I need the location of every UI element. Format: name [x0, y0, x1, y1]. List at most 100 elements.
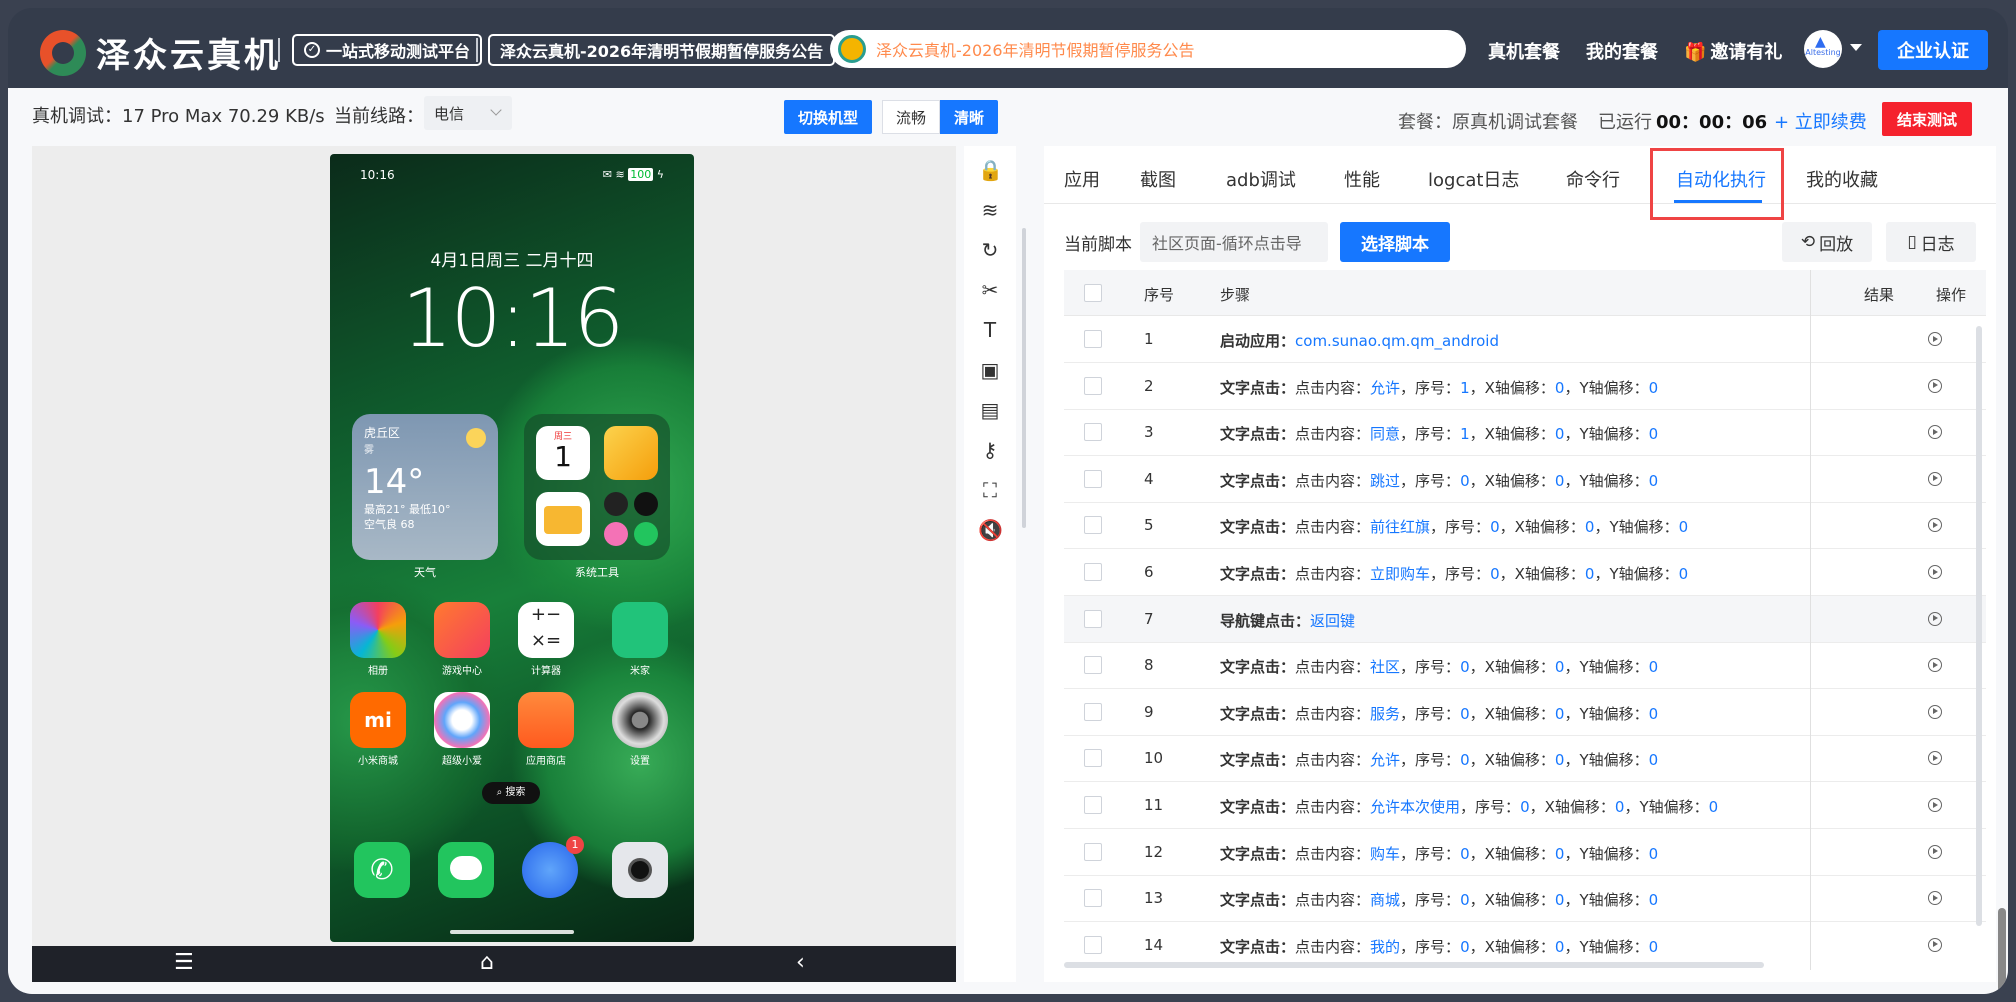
play-icon[interactable]: [1928, 704, 1942, 719]
page-scrollbar[interactable]: [1998, 908, 2006, 994]
script-input[interactable]: 社区页面-循环点击导: [1140, 222, 1328, 262]
table-row[interactable]: 9 文字点击：点击内容：服务，序号：0，X轴偏移：0，Y轴偏移：0: [1064, 689, 1986, 736]
tools-folder[interactable]: 周三 1: [524, 414, 670, 560]
table-row[interactable]: 7 导航键点击：返回键: [1064, 595, 1986, 643]
row-checkbox[interactable]: [1084, 330, 1102, 348]
row-checkbox[interactable]: [1084, 842, 1102, 861]
wifi-icon[interactable]: ≋: [978, 198, 1002, 222]
tab-logcat[interactable]: logcat日志: [1428, 166, 1519, 192]
weather-widget[interactable]: 虎丘区 雾 14° 最高21° 最低10° 空气良 68: [352, 414, 498, 560]
user-avatar[interactable]: Altesting: [1804, 30, 1842, 68]
row-checkbox[interactable]: [1084, 935, 1102, 954]
chevron-down-icon[interactable]: [1850, 44, 1862, 51]
table-row[interactable]: 6 文字点击：点击内容：立即购车，序号：0，X轴偏移：0，Y轴偏移：0: [1064, 549, 1986, 596]
play-icon[interactable]: [1928, 611, 1942, 626]
row-checkbox[interactable]: [1084, 376, 1102, 395]
play-icon[interactable]: [1928, 471, 1942, 486]
table-row[interactable]: 2 文字点击：点击内容：允许，序号：1，X轴偏移：0，Y轴偏移：0: [1064, 363, 1986, 410]
app-store-app-icon[interactable]: [518, 692, 574, 748]
play-icon[interactable]: [1928, 425, 1942, 440]
lock-icon[interactable]: 🔒: [978, 158, 1003, 182]
row-checkbox[interactable]: [1084, 749, 1102, 768]
row-checkbox[interactable]: [1084, 609, 1102, 628]
xiaoai-app-icon[interactable]: [434, 692, 490, 748]
play-icon[interactable]: [1928, 798, 1942, 812]
device-screen[interactable]: 10:16 ✉ ≋ 100 ϟ 4月1日周三 二月十四 10:16 虎丘区 雾 …: [330, 154, 694, 942]
mute-icon[interactable]: 🔇: [978, 518, 1003, 542]
tab-screenshot[interactable]: 截图: [1140, 166, 1176, 192]
select-all-checkbox[interactable]: [1084, 284, 1102, 302]
table-scrollbar[interactable]: [1976, 326, 1982, 926]
text-input-icon[interactable]: T: [978, 318, 1002, 342]
replay-button[interactable]: ⟲ 回放: [1782, 222, 1872, 262]
row-checkbox[interactable]: [1084, 516, 1102, 535]
play-icon[interactable]: [1928, 378, 1942, 393]
switch-device-button[interactable]: 切换机型: [784, 100, 872, 134]
tab-command-line[interactable]: 命令行: [1566, 166, 1620, 192]
renew-link[interactable]: + 立即续费: [1774, 108, 1867, 134]
play-icon[interactable]: [1928, 332, 1942, 346]
image-upload-icon[interactable]: ▣: [978, 358, 1002, 382]
row-checkbox[interactable]: [1084, 889, 1102, 908]
play-icon[interactable]: [1928, 891, 1942, 906]
table-row[interactable]: 13 文字点击：点击内容：商城，序号：0，X轴偏移：0，Y轴偏移：0: [1064, 875, 1986, 923]
calculator-app-icon[interactable]: +− ×=: [518, 602, 574, 658]
row-checkbox[interactable]: [1084, 702, 1102, 721]
table-row[interactable]: 8 文字点击：点击内容：社区，序号：0，X轴偏移：0，Y轴偏移：0: [1064, 642, 1986, 690]
row-checkbox[interactable]: [1084, 563, 1102, 581]
table-hscrollbar[interactable]: [1064, 962, 1764, 968]
home-icon[interactable]: ⌂: [480, 950, 494, 975]
nav-invite[interactable]: 🎁 邀请有礼: [1684, 38, 1782, 64]
row-checkbox[interactable]: [1084, 796, 1102, 814]
messages-app-icon[interactable]: [438, 842, 494, 898]
notice-bar[interactable]: 泽众云真机-2026年清明节假期暂停服务公告: [830, 30, 1466, 68]
camera-app-icon[interactable]: [612, 842, 668, 898]
row-checkbox[interactable]: [1084, 423, 1102, 442]
enterprise-auth-button[interactable]: 企业认证: [1878, 30, 1988, 70]
play-icon[interactable]: [1928, 565, 1942, 579]
tab-performance[interactable]: 性能: [1344, 166, 1380, 192]
play-icon[interactable]: [1928, 751, 1942, 766]
quality-smooth-button[interactable]: 流畅: [882, 100, 940, 134]
search-pill[interactable]: ⌕ 搜索: [482, 782, 540, 804]
row-checkbox[interactable]: [1084, 656, 1102, 675]
key-icon[interactable]: ⚷: [978, 438, 1002, 462]
log-button[interactable]: ▯ 日志: [1886, 222, 1976, 262]
line-select[interactable]: 电信: [424, 96, 512, 130]
play-icon[interactable]: [1928, 518, 1942, 533]
table-row[interactable]: 3 文字点击：点击内容：同意，序号：1，X轴偏移：0，Y轴偏移：0: [1064, 409, 1986, 457]
play-icon[interactable]: [1928, 658, 1942, 673]
fullscreen-icon[interactable]: ⛶: [978, 478, 1002, 502]
menu-icon[interactable]: ☰: [174, 950, 194, 975]
mi-home-app-icon[interactable]: [612, 602, 668, 658]
select-script-button[interactable]: 选择脚本: [1340, 222, 1450, 262]
game-center-app-icon[interactable]: [434, 602, 490, 658]
tab-apps[interactable]: 应用: [1064, 166, 1100, 192]
scrollbar[interactable]: [1022, 228, 1026, 528]
tab-favorites[interactable]: 我的收藏: [1806, 166, 1878, 192]
nav-device-plans[interactable]: 真机套餐: [1488, 38, 1560, 64]
settings-app-icon[interactable]: [612, 692, 668, 748]
row-checkbox[interactable]: [1084, 469, 1102, 488]
play-icon[interactable]: [1928, 844, 1942, 859]
table-row[interactable]: 11 文字点击：点击内容：允许本次使用，序号：0，X轴偏移：0，Y轴偏移：0: [1064, 782, 1986, 829]
end-test-button[interactable]: 结束测试: [1882, 102, 1972, 136]
phone-app-icon[interactable]: ✆: [354, 842, 410, 898]
gallery-app-icon[interactable]: [350, 602, 406, 658]
scissors-icon[interactable]: ✂: [978, 278, 1002, 302]
back-icon[interactable]: ‹: [796, 950, 805, 975]
table-row[interactable]: 10 文字点击：点击内容：允许，序号：0，X轴偏移：0，Y轴偏移：0: [1064, 735, 1986, 783]
announcement-link[interactable]: 泽众云真机-2026年清明节假期暂停服务公告: [488, 34, 836, 66]
table-row[interactable]: 14 文字点击：点击内容：我的，序号：0，X轴偏移：0，Y轴偏移：0: [1064, 922, 1986, 964]
table-row[interactable]: 4 文字点击：点击内容：跳过，序号：0，X轴偏移：0，Y轴偏移：0: [1064, 456, 1986, 503]
table-row[interactable]: 5 文字点击：点击内容：前往红旗，序号：0，X轴偏移：0，Y轴偏移：0: [1064, 502, 1986, 550]
table-row[interactable]: 12 文字点击：点击内容：购车，序号：0，X轴偏移：0，Y轴偏移：0: [1064, 829, 1986, 876]
play-icon[interactable]: [1928, 937, 1942, 952]
nav-my-plans[interactable]: 我的套餐: [1586, 38, 1658, 64]
quality-hd-button[interactable]: 清晰: [940, 100, 998, 134]
mi-store-app-icon[interactable]: mi: [350, 692, 406, 748]
rotate-icon[interactable]: ↻: [978, 238, 1002, 262]
table-row[interactable]: 1 启动应用：com.sunao.qm.qm_android: [1064, 316, 1986, 363]
tab-adb[interactable]: adb调试: [1226, 166, 1296, 192]
image-download-icon[interactable]: ▤: [978, 398, 1002, 422]
